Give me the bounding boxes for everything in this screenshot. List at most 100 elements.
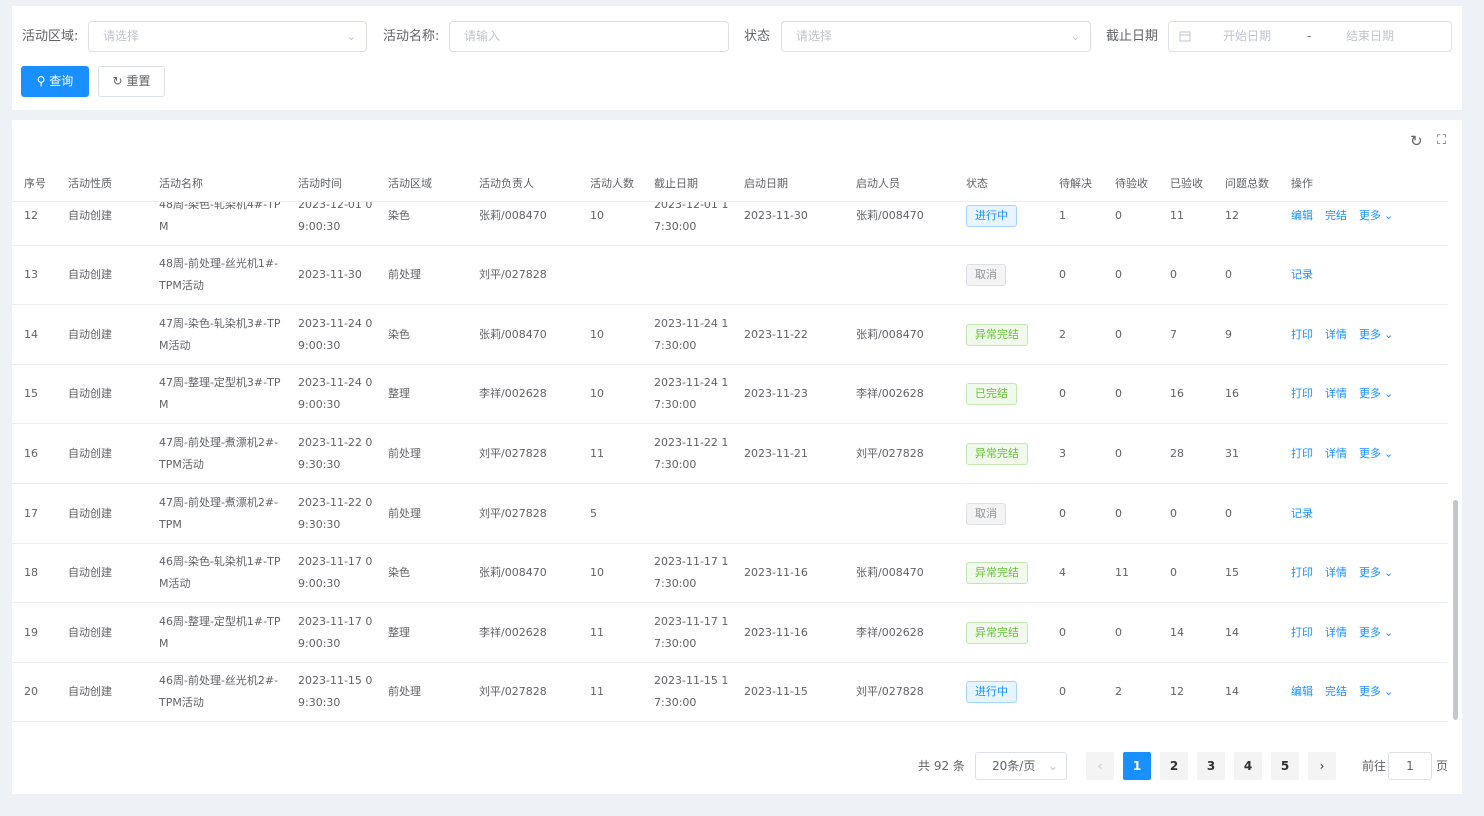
action-link[interactable]: 编辑: [1291, 205, 1313, 227]
cell-text: 前处理: [388, 685, 421, 699]
action-link[interactable]: 更多: [1359, 383, 1381, 405]
action-link[interactable]: 更多: [1359, 681, 1381, 703]
table-row: 17 自动创建 47周-前处理-煮漂机2#-TPM 2023-11-22 09:30:…: [12, 484, 1448, 544]
fullscreen-icon[interactable]: ⛶: [1437, 133, 1446, 148]
cell-text: 0: [1115, 327, 1122, 341]
reset-button[interactable]: ↻ 重置: [98, 66, 165, 97]
action-link[interactable]: 完结: [1325, 205, 1347, 227]
cell-text: 28: [1170, 446, 1184, 460]
table-row: 19 自动创建 46周-整理-定型机1#-TPM 2023-11-17 09:00:3…: [12, 603, 1448, 663]
action-link[interactable]: 详情: [1325, 622, 1347, 644]
cell-to-check: 0: [1115, 365, 1165, 424]
cell-text: 0: [1170, 506, 1177, 520]
cell-text: 2023-11-22 09:30:30: [298, 495, 373, 531]
page-4-button[interactable]: 4: [1234, 752, 1262, 780]
chevron-down-icon[interactable]: ⌄: [1384, 205, 1393, 227]
cell-count: 10: [590, 544, 640, 603]
region-placeholder: 请选择: [103, 29, 140, 43]
cell-deadline: 2023-11-22 17:30:00: [654, 424, 734, 483]
search-icon: ⚲: [36, 74, 46, 88]
page-5-button[interactable]: 5: [1271, 752, 1299, 780]
cell-status: 异常完结: [966, 305, 1051, 364]
action-link[interactable]: 更多: [1359, 622, 1381, 644]
chevron-down-icon[interactable]: ⌄: [1384, 681, 1393, 703]
name-input[interactable]: 请输入: [449, 21, 729, 52]
table-header: 序号 活动性质 活动名称 活动时间 活动区域 活动负责人 活动人数 截止日期 启动日期 启动人员 状…: [12, 166, 1448, 202]
action-link[interactable]: 完结: [1325, 681, 1347, 703]
chevron-down-icon[interactable]: ⌄: [1384, 562, 1393, 584]
cell-text: 整理: [388, 387, 410, 401]
cell-total: 12: [1225, 202, 1280, 245]
action-link[interactable]: 记录: [1291, 264, 1313, 286]
end-date-input[interactable]: 结束日期: [1346, 22, 1394, 51]
deadline-range-picker[interactable]: 开始日期 - 结束日期: [1168, 21, 1452, 52]
cell-text: 2023-11-15 09:30:30: [298, 674, 373, 710]
cell-no: 16: [24, 424, 64, 483]
cell-nature: 自动创建: [68, 544, 148, 603]
cell-ops: 打印 详情 更多 ⌄: [1291, 305, 1441, 364]
cell-text: 染色: [388, 327, 410, 341]
action-link[interactable]: 打印: [1291, 622, 1313, 644]
cell-text: 9: [1225, 327, 1232, 341]
cell-text: 11: [590, 446, 604, 460]
action-link[interactable]: 编辑: [1291, 681, 1313, 703]
search-button[interactable]: ⚲ 查询: [21, 66, 89, 97]
cell-text: 11: [590, 685, 604, 699]
action-link[interactable]: 打印: [1291, 562, 1313, 584]
cell-time: 2023-11-15 09:30:30: [298, 663, 378, 722]
action-link[interactable]: 更多: [1359, 205, 1381, 227]
action-link[interactable]: 更多: [1359, 443, 1381, 465]
cell-pending: 3: [1059, 424, 1109, 483]
cell-checked: 7: [1170, 305, 1220, 364]
chevron-down-icon: ⌄: [1047, 759, 1058, 773]
action-link[interactable]: 记录: [1291, 503, 1313, 525]
table-row: 14 自动创建 47周-染色-轧染机3#-TPM活动 2023-11-24 09:00…: [12, 305, 1448, 365]
page-3-button[interactable]: 3: [1197, 752, 1225, 780]
cell-text: 自动创建: [68, 327, 112, 341]
cell-region: 染色: [388, 305, 468, 364]
page-1-button[interactable]: 1: [1123, 752, 1151, 780]
column-header-region: 活动区域: [388, 177, 432, 190]
cell-text: 47周-整理-定型机3#-TPM: [159, 376, 281, 412]
refresh-icon[interactable]: ↻: [1410, 132, 1423, 150]
cell-text: 2023-11-30: [298, 268, 362, 282]
next-page-button[interactable]: ›: [1308, 752, 1336, 780]
region-select[interactable]: 请选择 ⌄: [88, 21, 367, 52]
cell-text: 12: [1170, 685, 1184, 699]
cell-start: 2023-11-21: [744, 424, 844, 483]
cell-name: 47周-整理-定型机3#-TPM: [159, 365, 284, 424]
action-link[interactable]: 打印: [1291, 443, 1313, 465]
action-link[interactable]: 打印: [1291, 324, 1313, 346]
action-link[interactable]: 详情: [1325, 324, 1347, 346]
cell-checked: 0: [1170, 484, 1220, 543]
action-link[interactable]: 更多: [1359, 562, 1381, 584]
start-date-input[interactable]: 开始日期: [1223, 22, 1271, 51]
chevron-down-icon[interactable]: ⌄: [1384, 324, 1393, 346]
cell-pending: 0: [1059, 484, 1109, 543]
chevron-down-icon[interactable]: ⌄: [1384, 383, 1393, 405]
cell-start: 2023-11-15: [744, 663, 844, 722]
action-link[interactable]: 详情: [1325, 383, 1347, 405]
cell-starter: [856, 484, 956, 543]
range-separator: -: [1307, 29, 1312, 43]
cell-name: 46周-整理-定型机1#-TPM: [159, 603, 284, 662]
page-size-select[interactable]: 20条/页 ⌄: [975, 752, 1067, 780]
action-link[interactable]: 更多: [1359, 324, 1381, 346]
chevron-down-icon[interactable]: ⌄: [1384, 443, 1393, 465]
prev-page-button[interactable]: ‹: [1086, 752, 1114, 780]
vertical-scrollbar[interactable]: [1453, 500, 1458, 720]
action-link[interactable]: 详情: [1325, 562, 1347, 584]
cell-status: 取消: [966, 246, 1051, 305]
page-2-button[interactable]: 2: [1160, 752, 1188, 780]
action-link[interactable]: 打印: [1291, 383, 1313, 405]
chevron-down-icon[interactable]: ⌄: [1384, 622, 1393, 644]
cell-ops: 打印 详情 更多 ⌄: [1291, 544, 1441, 603]
cell-text: 2023-11-16: [744, 625, 808, 639]
cell-text: 张莉/008470: [856, 208, 924, 222]
status-select[interactable]: 请选择 ⌄: [781, 21, 1091, 52]
goto-page-input[interactable]: 1: [1388, 752, 1432, 780]
column-header-deadline: 截止日期: [654, 177, 698, 190]
cell-text: 17: [24, 506, 38, 520]
column-header-status: 状态: [966, 177, 988, 190]
action-link[interactable]: 详情: [1325, 443, 1347, 465]
